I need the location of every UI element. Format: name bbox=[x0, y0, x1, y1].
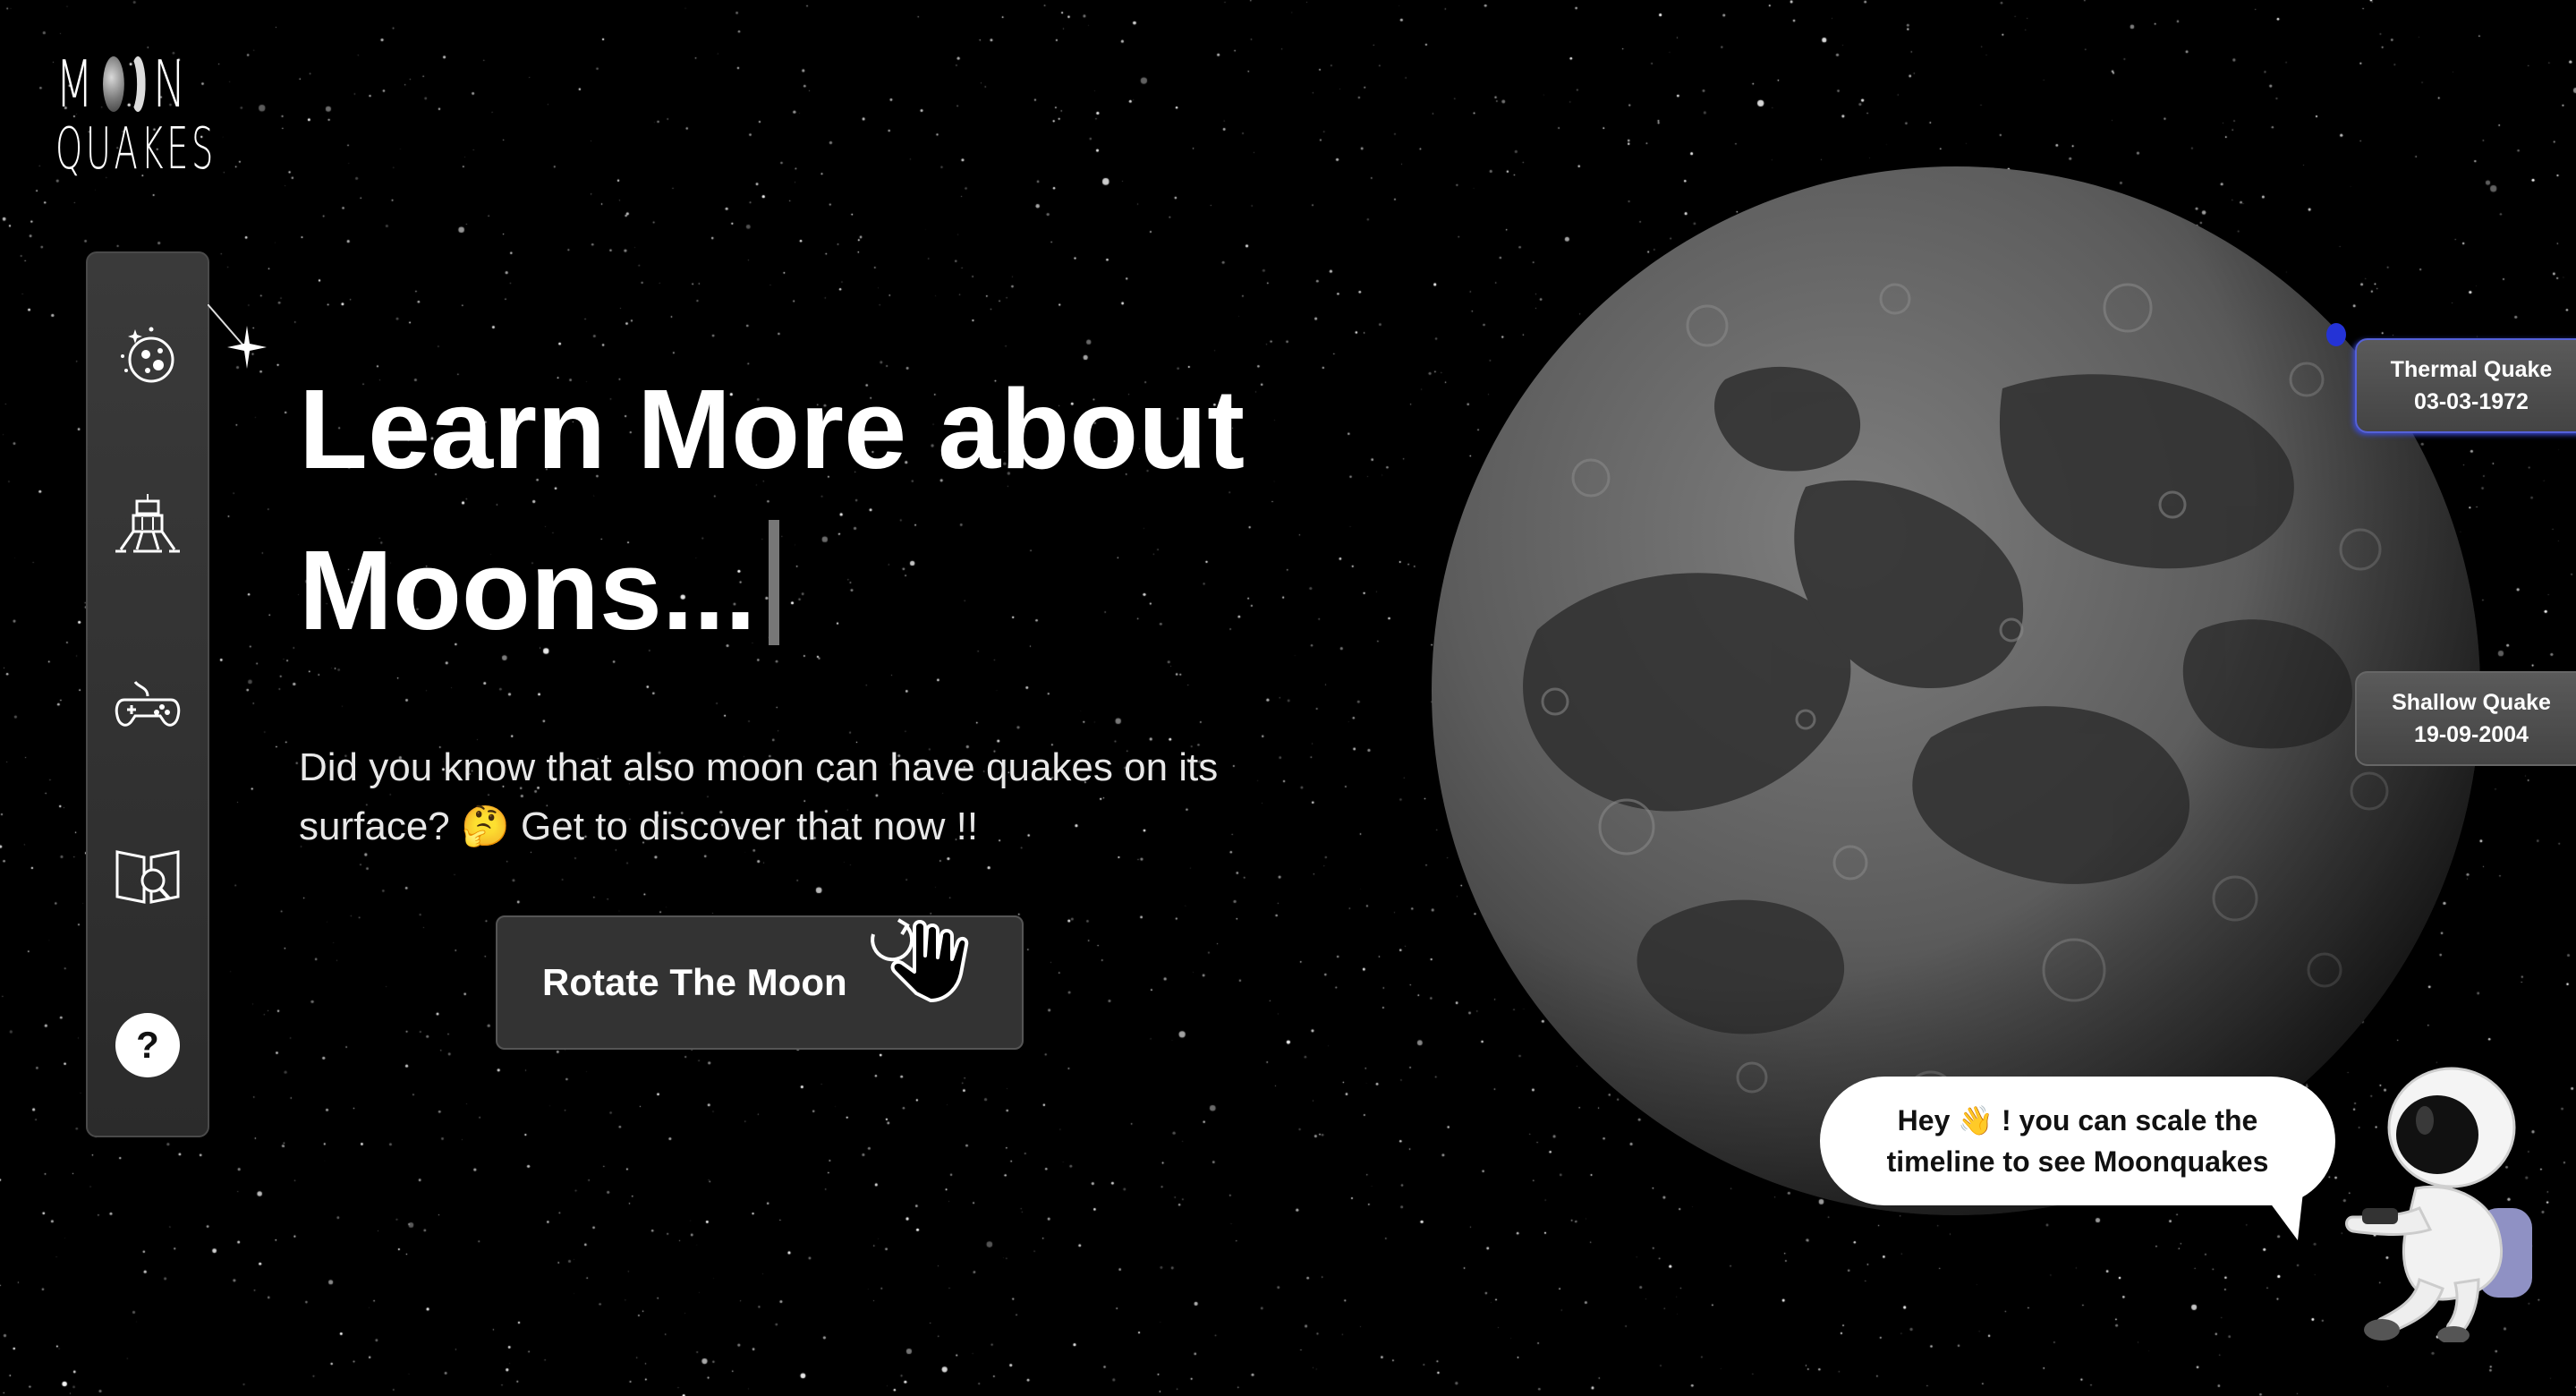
page-title: Learn More about Moons... bbox=[299, 349, 1283, 671]
assistant-speech-bubble: Hey 👋 ! you can scale the timeline to se… bbox=[1820, 1077, 2335, 1205]
sidebar-item-game[interactable] bbox=[88, 656, 208, 754]
quake-date-label: 19-09-2004 bbox=[2414, 722, 2529, 747]
quake-marker[interactable] bbox=[2326, 323, 2346, 346]
quake-type-label: Shallow Quake bbox=[2392, 690, 2551, 715]
help-icon: ? bbox=[115, 1013, 180, 1077]
lunar-lander-icon bbox=[115, 494, 180, 553]
assistant-message-line-2: timeline to see Moonquakes bbox=[1886, 1145, 2269, 1178]
speech-bubble-tail bbox=[2262, 1192, 2303, 1240]
sparkle-icon bbox=[208, 304, 267, 369]
sidebar-item-lander[interactable] bbox=[88, 477, 208, 575]
quake-type-label: Thermal Quake bbox=[2390, 357, 2553, 382]
logo-letter-n: N bbox=[152, 47, 190, 122]
logo-crescent-icon bbox=[131, 56, 146, 112]
sidebar-item-moon[interactable] bbox=[88, 307, 208, 405]
title-line-2: Moons... bbox=[299, 527, 756, 653]
quake-tag-shallow[interactable]: Shallow Quake 19-09-2004 bbox=[2355, 671, 2576, 766]
book-search-icon bbox=[115, 850, 180, 904]
sidebar-item-learn[interactable] bbox=[88, 826, 208, 924]
assistant-message-line-1: Hey 👋 ! you can scale the bbox=[1897, 1104, 2258, 1136]
astronaut-mascot[interactable] bbox=[2344, 1065, 2550, 1342]
moon-stars-icon bbox=[121, 327, 174, 383]
help-button[interactable]: ? bbox=[88, 996, 208, 1094]
logo-letter-m: M bbox=[55, 47, 98, 122]
moonquakes-logo[interactable]: M N QUAKES bbox=[55, 47, 252, 183]
logo-moon-icon bbox=[103, 56, 124, 112]
typing-cursor bbox=[768, 520, 779, 645]
rotate-hand-icon bbox=[871, 918, 969, 1002]
logo-quakes-text: QUAKES bbox=[55, 116, 217, 183]
quake-date-label: 03-03-1972 bbox=[2414, 389, 2529, 414]
gamepad-icon bbox=[115, 681, 181, 727]
hero-description: Did you know that also moon can have qua… bbox=[299, 745, 1219, 848]
moon-globe[interactable] bbox=[1430, 165, 2482, 1217]
sidebar-nav: ? bbox=[86, 251, 209, 1137]
help-label: ? bbox=[136, 1024, 159, 1066]
title-line-1: Learn More about bbox=[299, 366, 1245, 492]
quake-tag-thermal[interactable]: Thermal Quake 03-03-1972 bbox=[2355, 338, 2576, 433]
